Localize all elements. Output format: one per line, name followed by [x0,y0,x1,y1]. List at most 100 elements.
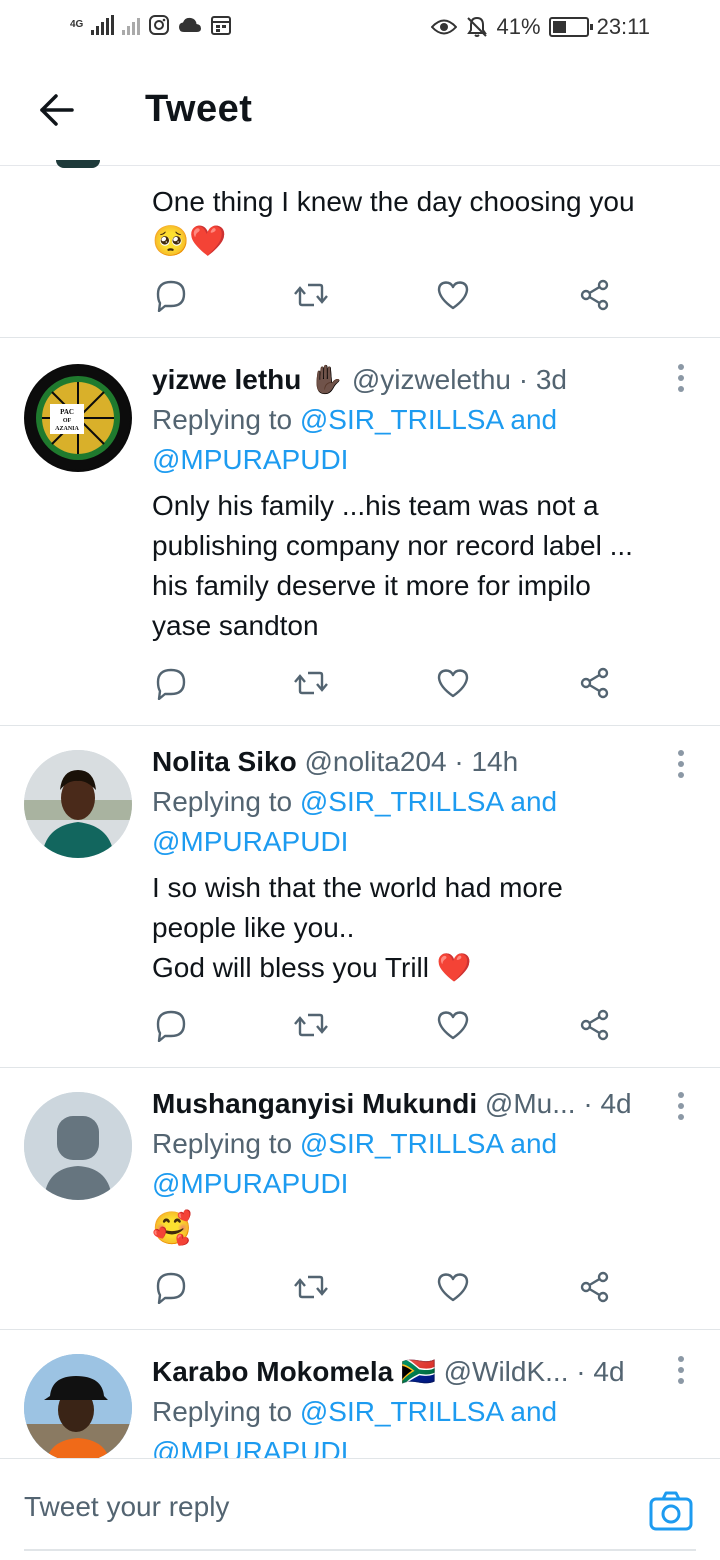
eye-icon [430,19,457,35]
status-left: 4G [70,14,232,36]
reply-icon[interactable] [154,278,194,318]
replying-to-2: @MPURAPUDI [152,1432,680,1458]
input-underline [24,1549,696,1551]
muted-bell-icon [466,16,487,37]
tweet-meta: yizwe lethu ✋🏿 @yizwelethu · 3d [152,360,680,400]
like-icon[interactable] [436,278,476,318]
tweet-actions [152,1008,622,1048]
avatar-text: AZANIA [55,426,79,432]
tweet-emojis: 🥺❤️ [152,225,227,258]
author-name[interactable]: Nolita Siko [152,746,297,777]
replying-to: Replying to @SIR_TRILLSA and [152,786,558,817]
tweet-item[interactable]: Karabo Mokomela 🇿🇦 @WildK... · 4d Replyi… [0,1330,720,1458]
mention-link[interactable]: @MPURAPUDI [152,1436,348,1458]
mention-link[interactable]: @MPURAPUDI [152,444,348,475]
signal-icon [91,15,115,35]
author-handle[interactable]: @nolita204 [304,746,446,777]
tweet-body: yizwe lethu ✋🏿 @yizwelethu · 3d Replying… [152,360,680,646]
tweet-text: his family deserve it more for impilo [152,570,591,601]
more-icon[interactable] [678,750,686,778]
replying-to-2: @MPURAPUDI [152,822,680,862]
avatar[interactable]: PAC OF AZANIA [24,364,132,472]
share-icon[interactable] [578,1008,618,1048]
reply-icon[interactable] [154,1008,194,1048]
author-handle[interactable]: @Mu... [485,1088,576,1119]
author-emoji: ✋🏿 [309,364,345,395]
battery-icon [548,17,593,37]
share-icon[interactable] [578,666,618,706]
tweet-time: · 3d [518,364,567,395]
camera-icon[interactable] [648,1489,694,1535]
default-avatar-icon [24,1092,132,1200]
tweet-item[interactable]: PAC OF AZANIA yizwe lethu ✋🏿 @yizwelethu… [0,338,720,726]
like-icon[interactable] [436,1008,476,1048]
like-icon[interactable] [436,666,476,706]
tweet-item[interactable]: Mushanganyisi Mukundi @Mu... · 4d Replyi… [0,1068,720,1330]
avatar[interactable] [24,750,132,858]
tweet-text: yase sandton [152,610,319,641]
tweet-time: · 14h [454,746,519,777]
avatar-text: PAC [60,408,74,416]
tweet-text: I so wish that the world had more [152,872,563,903]
tweet-text: publishing company nor record label ... [152,530,633,561]
mention-link[interactable]: @SIR_TRILLSA [300,1128,503,1159]
mention-link[interactable]: @SIR_TRILLSA [300,404,503,435]
replying-to: Replying to @SIR_TRILLSA and [152,404,558,435]
heart-emoji: ❤️ [436,952,472,983]
flag-emoji: 🇿🇦 [400,1356,436,1387]
share-icon[interactable] [578,1270,618,1310]
retweet-icon[interactable] [294,1270,334,1310]
network-type: 4G [70,19,84,30]
tweet-meta: Nolita Siko @nolita204 · 14h [152,742,680,782]
avatar-partial [56,160,100,168]
author-handle[interactable]: @WildK... [444,1356,569,1387]
avatar-photo [24,750,132,858]
author-name[interactable]: Mushanganyisi Mukundi [152,1088,477,1119]
tweet-meta: Karabo Mokomela 🇿🇦 @WildK... · 4d [152,1352,680,1392]
more-icon[interactable] [678,1092,686,1120]
avatar[interactable] [24,1354,132,1458]
author-name[interactable]: Karabo Mokomela [152,1356,393,1387]
mention-link[interactable]: @MPURAPUDI [152,826,348,857]
reply-input[interactable]: Tweet your reply [24,1491,229,1523]
more-icon[interactable] [678,1356,686,1384]
retweet-icon[interactable] [294,278,334,318]
reply-icon[interactable] [154,666,194,706]
more-icon[interactable] [678,364,686,392]
calendar-icon [211,16,232,35]
tweet-item[interactable]: Nolita Siko @nolita204 · 14h Replying to… [0,726,720,1068]
battery-percent: 41% [496,14,541,39]
mention-link[interactable]: @SIR_TRILLSA [300,786,503,817]
reply-icon[interactable] [154,1270,194,1310]
tweet-time: · 4d [576,1356,625,1387]
cloud-icon [179,17,202,32]
app-header: Tweet [0,56,720,166]
tweet-text: people like you.. [152,912,355,943]
avatar[interactable] [24,1092,132,1200]
page-title: Tweet [145,88,253,130]
tweet-body: Nolita Siko @nolita204 · 14h Replying to… [152,742,680,988]
author-name[interactable]: yizwe lethu [152,364,301,395]
retweet-icon[interactable] [294,666,334,706]
mention-link[interactable]: @MPURAPUDI [152,1168,348,1199]
status-right: 41% 23:11 [430,14,650,40]
reply-composer[interactable]: Tweet your reply [0,1458,720,1560]
avatar-photo [24,1354,132,1458]
tweet-body: Karabo Mokomela 🇿🇦 @WildK... · 4d Replyi… [152,1352,680,1458]
tweet-meta: Mushanganyisi Mukundi @Mu... · 4d [152,1084,680,1124]
author-handle[interactable]: @yizwelethu [352,364,511,395]
tweet-body: Mushanganyisi Mukundi @Mu... · 4d Replyi… [152,1084,680,1248]
tweet-text-last: God will bless you Trill ❤️ [152,952,472,983]
tweet-item[interactable]: One thing I knew the day choosing you 🥺❤… [0,160,720,338]
signal-off-icon [122,15,141,35]
replying-to-2: @MPURAPUDI [152,440,680,480]
tweet-actions [152,278,622,318]
back-arrow-icon[interactable] [36,90,76,130]
tweet-time: · 4d [583,1088,632,1119]
mention-link[interactable]: @SIR_TRILLSA [300,1396,503,1427]
tweet-text: One thing I knew the day choosing you [152,186,635,217]
share-icon[interactable] [578,278,618,318]
instagram-icon [149,15,170,35]
retweet-icon[interactable] [294,1008,334,1048]
like-icon[interactable] [436,1270,476,1310]
